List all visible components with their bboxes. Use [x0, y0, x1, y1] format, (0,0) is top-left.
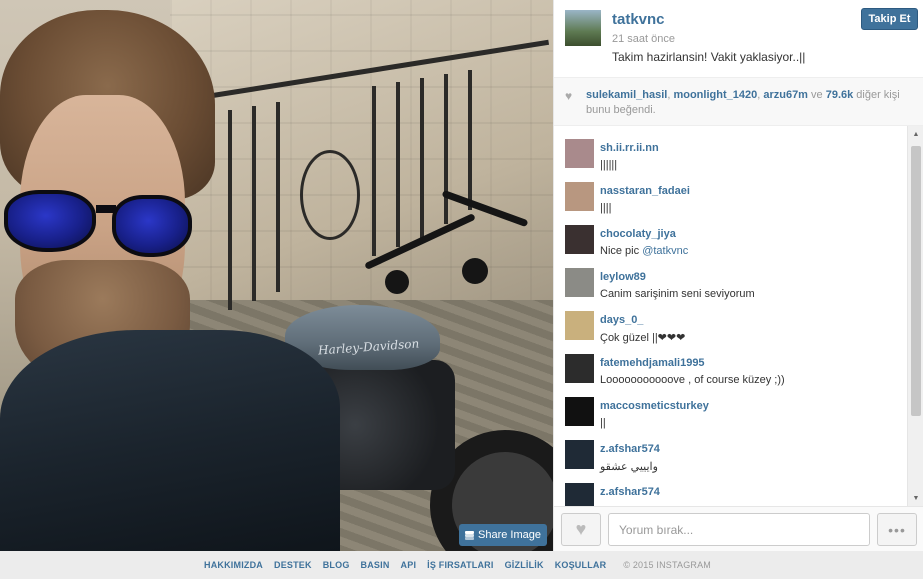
site-footer: HAKKIMIZDA DESTEK BLOG BASIN API İŞ FIRS…: [0, 551, 923, 579]
post-username[interactable]: tatkvnc: [612, 11, 665, 28]
comment-item: sh.ii.rr.ii.nn ||||||: [554, 131, 907, 174]
comment-avatar[interactable]: [565, 397, 594, 426]
comment-avatar[interactable]: [565, 440, 594, 469]
comment-mention[interactable]: @tatkvnc: [642, 245, 688, 257]
share-image-button[interactable]: Share Image: [459, 524, 547, 546]
post-photo[interactable]: Harley-Davidson Share Image: [0, 0, 553, 551]
comment-avatar[interactable]: [565, 483, 594, 506]
photo-sunglasses-bridge: [96, 205, 116, 213]
footer-link-about[interactable]: HAKKIMIZDA: [204, 560, 263, 570]
photo-railing-bar: [420, 78, 424, 238]
footer-link-privacy[interactable]: GİZLİLİK: [505, 560, 544, 570]
comment-avatar[interactable]: [565, 311, 594, 340]
photo-railing-bar: [276, 102, 280, 292]
photo-railing-bar: [228, 110, 232, 310]
comment-username[interactable]: nasstaran_fadaei: [600, 185, 690, 197]
footer-link-terms[interactable]: KOŞULLAR: [555, 560, 607, 570]
comment-item: nasstaran_fadaei ||||: [554, 174, 907, 217]
comment-item: z.afshar574: [554, 475, 907, 506]
photo-sunglasses-right: [112, 195, 192, 257]
footer-link-api[interactable]: API: [401, 560, 417, 570]
post-sidebar: tatkvnc 21 saat önce Takim hazirlansin! …: [553, 0, 923, 551]
footer-link-support[interactable]: DESTEK: [274, 560, 312, 570]
comment-item: fatemehdjamali1995 Looooooooooove , of c…: [554, 346, 907, 389]
photo-railing-bar: [468, 70, 472, 210]
comment-text: Looooooooooove , of course küzey ;)): [600, 374, 785, 386]
scroll-up-arrow-icon[interactable]: ▲: [908, 126, 923, 142]
photo-railing-bar: [444, 74, 448, 224]
liker-link[interactable]: moonlight_1420: [673, 89, 757, 101]
comment-text: ||||||: [600, 159, 618, 171]
post-caption: Takim hazirlansin! Vakit yaklasiyor..||: [612, 50, 806, 64]
like-button[interactable]: ♥: [561, 513, 601, 546]
liker-link[interactable]: sulekamil_hasil: [586, 89, 667, 101]
footer-link-press[interactable]: BASIN: [361, 560, 390, 570]
comment-avatar[interactable]: [565, 268, 594, 297]
post-header: tatkvnc 21 saat önce Takim hazirlansin! …: [554, 0, 923, 78]
comment-username[interactable]: z.afshar574: [600, 486, 660, 498]
footer-copyright: © 2015 INSTAGRAM: [623, 560, 712, 570]
footer-link-blog[interactable]: BLOG: [323, 560, 350, 570]
comment-composer: ♥ •••: [554, 506, 923, 551]
likes-summary: ♥ sulekamil_hasil, moonlight_1420, arzu6…: [554, 78, 923, 126]
comment-text: ||: [600, 417, 606, 429]
photo-mirror: [462, 258, 488, 284]
comment-username[interactable]: maccosmeticsturkey: [600, 400, 709, 412]
comment-input[interactable]: [608, 513, 870, 546]
share-image-label: Share Image: [478, 529, 541, 541]
comment-list: sh.ii.rr.ii.nn |||||| nasstaran_fadaei |…: [554, 126, 907, 506]
comment-text: وايييي عشقو: [600, 461, 658, 473]
comment-text: ||||: [600, 202, 612, 214]
comment-item: leylow89 Canim sarişinim seni seviyorum: [554, 260, 907, 303]
photo-railing-bar: [396, 82, 400, 247]
post-timestamp[interactable]: 21 saat önce: [612, 33, 675, 45]
photo-railing-scroll: [300, 150, 360, 240]
layers-icon: [465, 530, 474, 540]
comment-item: maccosmeticsturkey ||: [554, 389, 907, 432]
photo-railing-bar: [252, 106, 256, 301]
scroll-thumb[interactable]: [911, 146, 921, 416]
comment-item: z.afshar574 وايييي عشقو: [554, 432, 907, 475]
comment-text: Canim sarişinim seni seviyorum: [600, 288, 755, 300]
comment-username[interactable]: fatemehdjamali1995: [600, 357, 705, 369]
comment-avatar[interactable]: [565, 139, 594, 168]
comment-username[interactable]: leylow89: [600, 271, 646, 283]
comment-username[interactable]: z.afshar574: [600, 443, 660, 455]
comment-avatar[interactable]: [565, 182, 594, 211]
comment-username[interactable]: chocolaty_jiya: [600, 228, 676, 240]
footer-link-jobs[interactable]: İŞ FIRSATLARI: [427, 560, 493, 570]
photo-modal: Harley-Davidson Share Image tatkvnc 21 s…: [0, 0, 923, 551]
heart-icon: ♥: [565, 89, 573, 103]
comment-avatar[interactable]: [565, 225, 594, 254]
avatar[interactable]: [565, 10, 601, 46]
photo-railing-bar: [372, 86, 376, 256]
comment-username[interactable]: days_0_: [600, 314, 643, 326]
scroll-down-arrow-icon[interactable]: ▼: [908, 490, 923, 506]
photo-sunglasses-left: [4, 190, 96, 252]
comment-avatar[interactable]: [565, 354, 594, 383]
liker-link[interactable]: arzu67m: [763, 89, 808, 101]
comment-item: days_0_ Çok güzel ||❤❤❤: [554, 303, 907, 346]
photo-mirror: [385, 270, 409, 294]
comment-username[interactable]: sh.ii.rr.ii.nn: [600, 142, 659, 154]
photo-jacket: [0, 330, 340, 551]
follow-button[interactable]: Takip Et: [861, 8, 918, 30]
comment-item: chocolaty_jiya Nice pic @tatkvnc: [554, 217, 907, 260]
comment-text: Nice pic @tatkvnc: [600, 245, 689, 257]
comment-text: Çok güzel ||❤❤❤: [600, 332, 686, 344]
more-options-button[interactable]: •••: [877, 513, 917, 546]
likes-count[interactable]: 79.6k: [826, 89, 854, 101]
heart-icon: ♥: [575, 519, 587, 539]
comment-scrollbar[interactable]: ▲ ▼: [907, 126, 923, 506]
